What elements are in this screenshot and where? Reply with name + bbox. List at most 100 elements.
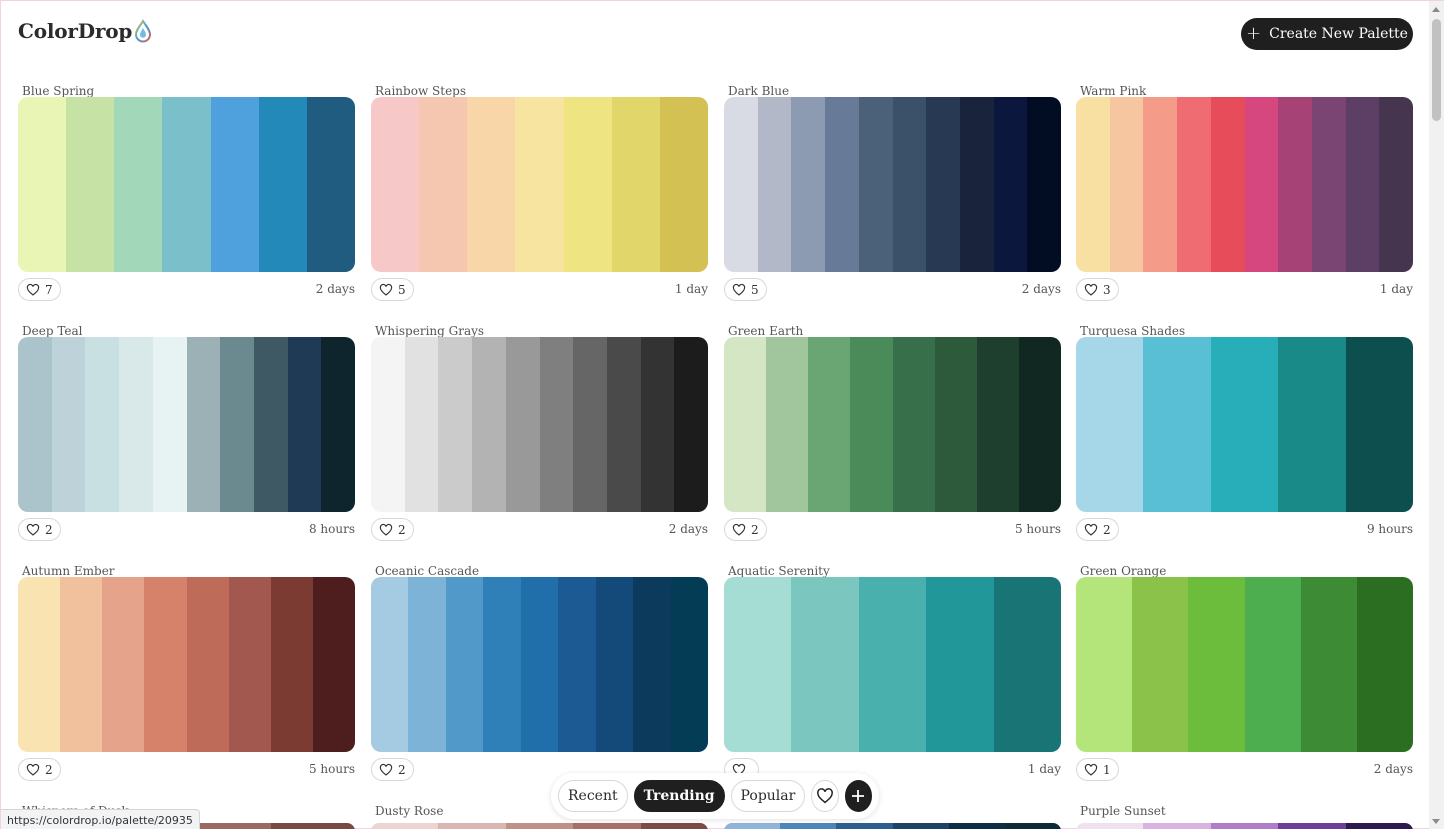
color-swatch[interactable] — [18, 97, 67, 272]
color-swatch[interactable] — [1076, 97, 1110, 272]
color-swatch[interactable] — [1210, 97, 1245, 272]
palette-title[interactable]: Purple Sunset — [1080, 804, 1166, 818]
color-swatch[interactable] — [258, 97, 307, 272]
color-swatch[interactable] — [438, 337, 473, 512]
color-swatch[interactable] — [186, 577, 229, 752]
color-swatch[interactable] — [757, 97, 792, 272]
palette-card[interactable]: Whispering Grays 2 2 days — [371, 324, 708, 544]
color-swatch[interactable] — [791, 97, 826, 272]
popular-tab[interactable]: Popular — [730, 780, 806, 812]
color-swatch[interactable] — [993, 577, 1061, 752]
color-swatch[interactable] — [371, 97, 420, 272]
palette-card[interactable]: Warm Pink 3 1 day — [1076, 84, 1413, 304]
color-swatch[interactable] — [119, 337, 153, 512]
color-swatch[interactable] — [1109, 97, 1144, 272]
color-swatch[interactable] — [186, 337, 221, 512]
color-swatch[interactable] — [959, 97, 994, 272]
palette-swatches[interactable] — [371, 823, 708, 829]
palette-swatches[interactable] — [1076, 97, 1413, 272]
color-swatch[interactable] — [371, 577, 409, 752]
color-swatch[interactable] — [558, 577, 596, 752]
color-swatch[interactable] — [674, 337, 708, 512]
color-swatch[interactable] — [1345, 337, 1413, 512]
like-button[interactable]: 1 — [1076, 758, 1119, 781]
palette-card[interactable]: Turquesa Shades 2 9 hours — [1076, 324, 1413, 544]
color-swatch[interactable] — [505, 823, 574, 829]
color-swatch[interactable] — [152, 337, 187, 512]
color-swatch[interactable] — [144, 577, 187, 752]
palette-card[interactable]: Green Orange 1 2 days — [1076, 564, 1413, 784]
color-swatch[interactable] — [934, 337, 977, 512]
recent-tab[interactable]: Recent — [558, 780, 628, 812]
color-swatch[interactable] — [573, 823, 641, 829]
color-swatch[interactable] — [1004, 823, 1061, 829]
scroll-up-arrow-icon[interactable] — [1432, 7, 1440, 12]
palette-swatches[interactable] — [1076, 337, 1413, 512]
scroll-thumb[interactable] — [1432, 19, 1441, 121]
color-swatch[interactable] — [438, 823, 506, 829]
color-swatch[interactable] — [445, 577, 484, 752]
scrollbar[interactable] — [1429, 1, 1444, 829]
palette-swatches[interactable] — [724, 97, 1061, 272]
palette-title[interactable]: Dusty Rose — [375, 804, 443, 818]
color-swatch[interactable] — [766, 337, 809, 512]
color-swatch[interactable] — [408, 577, 446, 752]
color-swatch[interactable] — [1379, 97, 1413, 272]
like-button[interactable]: 2 — [18, 758, 61, 781]
color-swatch[interactable] — [858, 577, 927, 752]
color-swatch[interactable] — [976, 337, 1019, 512]
color-swatch[interactable] — [633, 577, 671, 752]
color-swatch[interactable] — [287, 337, 322, 512]
color-swatch[interactable] — [419, 97, 468, 272]
color-swatch[interactable] — [18, 337, 52, 512]
color-swatch[interactable] — [1143, 97, 1178, 272]
color-swatch[interactable] — [724, 577, 792, 752]
color-swatch[interactable] — [1076, 337, 1144, 512]
color-swatch[interactable] — [724, 97, 758, 272]
color-swatch[interactable] — [467, 97, 516, 272]
color-swatch[interactable] — [1210, 337, 1279, 512]
color-swatch[interactable] — [220, 337, 254, 512]
color-swatch[interactable] — [670, 577, 708, 752]
palette-card[interactable]: Green Earth 2 5 hours — [724, 324, 1061, 544]
color-swatch[interactable] — [595, 577, 634, 752]
color-swatch[interactable] — [1027, 97, 1061, 272]
color-swatch[interactable] — [1188, 577, 1245, 752]
palette-title[interactable]: Dark Blue — [728, 84, 789, 98]
color-swatch[interactable] — [1177, 97, 1211, 272]
palette-title[interactable]: Green Orange — [1080, 564, 1166, 578]
color-swatch[interactable] — [1132, 577, 1189, 752]
palette-swatches[interactable] — [371, 337, 708, 512]
color-swatch[interactable] — [724, 337, 767, 512]
like-button[interactable]: 2 — [18, 518, 61, 541]
like-button[interactable]: 2 — [1076, 518, 1119, 541]
color-swatch[interactable] — [659, 97, 708, 272]
like-button[interactable]: 3 — [1076, 278, 1119, 301]
palette-title[interactable]: Deep Teal — [22, 324, 83, 338]
color-swatch[interactable] — [993, 97, 1028, 272]
color-swatch[interactable] — [926, 577, 994, 752]
color-swatch[interactable] — [312, 577, 355, 752]
palette-title[interactable]: Rainbow Steps — [375, 84, 466, 98]
palette-card[interactable]: Purple Sunset — [1076, 804, 1413, 829]
palette-swatches[interactable] — [18, 337, 355, 512]
color-swatch[interactable] — [1300, 577, 1357, 752]
color-swatch[interactable] — [472, 337, 506, 512]
color-swatch[interactable] — [791, 577, 859, 752]
color-swatch[interactable] — [306, 97, 355, 272]
palette-swatches[interactable] — [724, 337, 1061, 512]
favorites-button[interactable] — [811, 780, 839, 812]
color-swatch[interactable] — [640, 337, 675, 512]
color-swatch[interactable] — [1143, 337, 1211, 512]
palette-title[interactable]: Oceanic Cascade — [375, 564, 479, 578]
color-swatch[interactable] — [640, 823, 708, 829]
color-swatch[interactable] — [253, 337, 288, 512]
color-swatch[interactable] — [1278, 97, 1312, 272]
color-swatch[interactable] — [210, 97, 259, 272]
palette-card[interactable]: Oceanic Cascade 2 — [371, 564, 708, 784]
like-button[interactable]: 2 — [371, 518, 414, 541]
like-button[interactable]: 5 — [724, 278, 767, 301]
color-swatch[interactable] — [505, 337, 540, 512]
color-swatch[interactable] — [66, 97, 115, 272]
color-swatch[interactable] — [1143, 823, 1211, 829]
